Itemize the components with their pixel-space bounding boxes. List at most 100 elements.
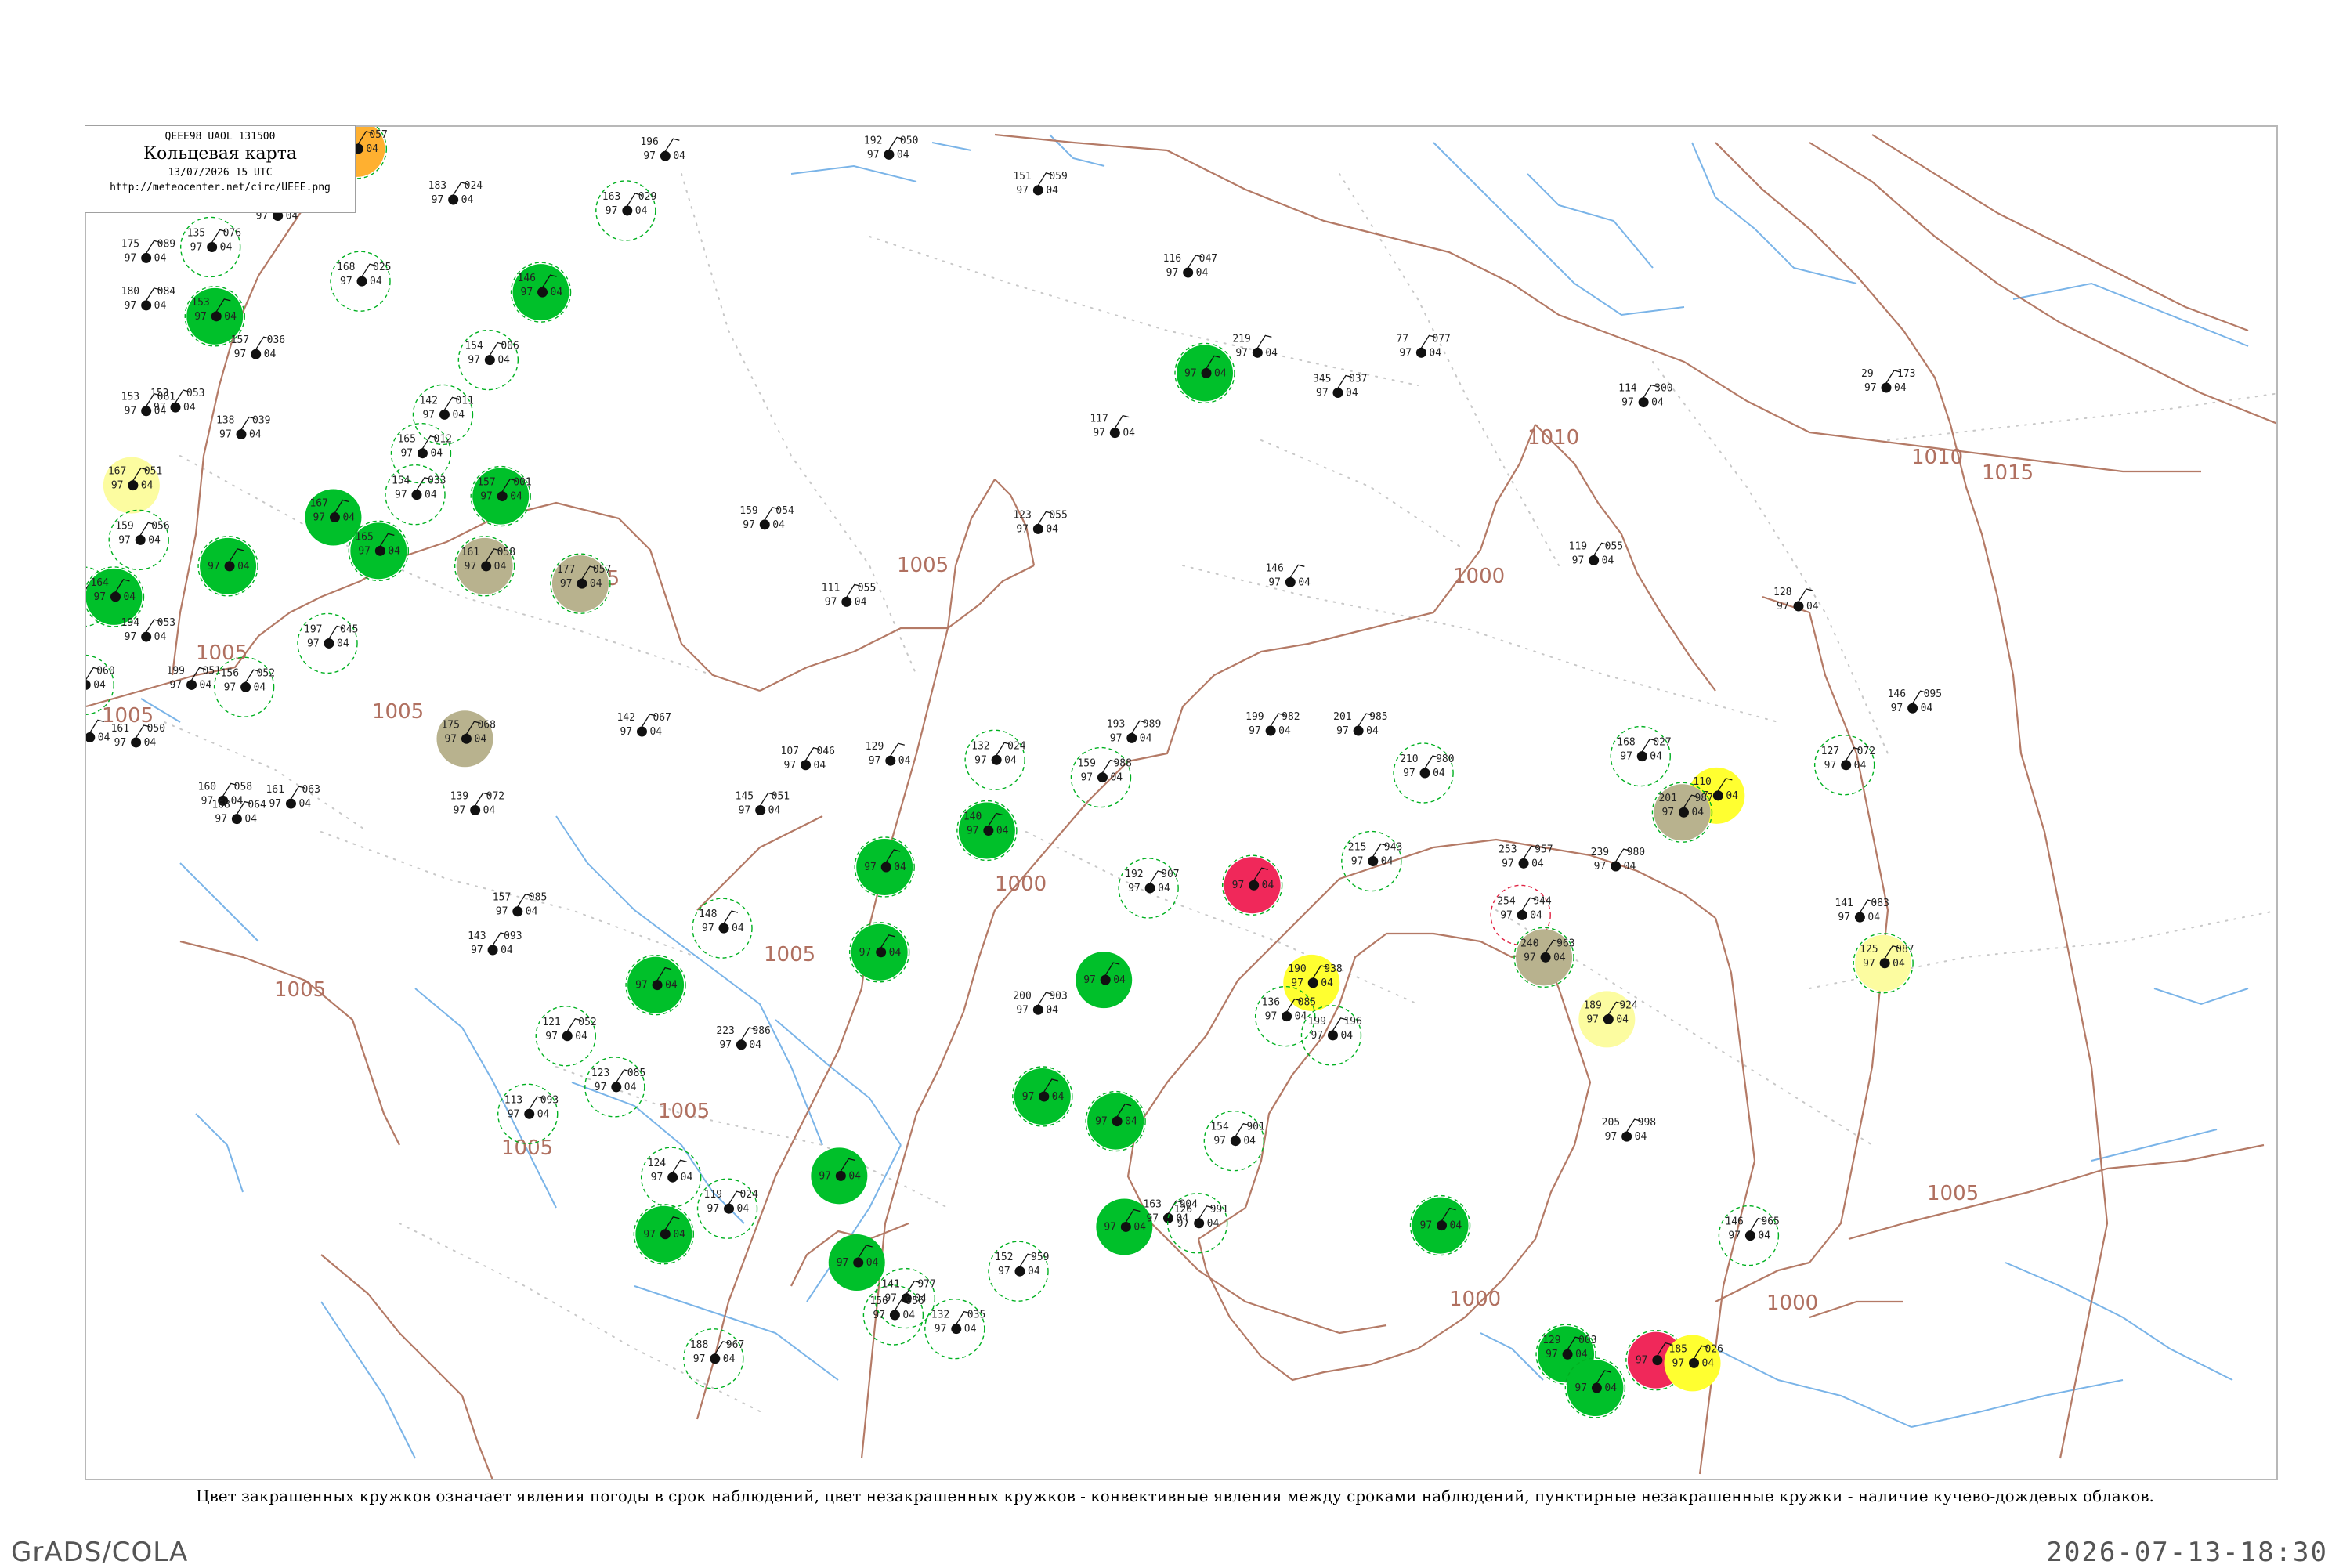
station-plot[interactable]: 97 04 116 047 [1163, 253, 1217, 279]
station-plot[interactable]: 97 04 188 967 [683, 1328, 744, 1389]
station-plot[interactable]: 97 04 239 980 [1591, 847, 1645, 873]
station-plot[interactable]: 97 04 168 027 [1610, 725, 1672, 787]
station-plot[interactable]: 97 04 [1085, 1090, 1146, 1152]
station-plot[interactable]: 97 04 128 [1773, 587, 1819, 612]
station-plot[interactable]: 97 04 199 051 [167, 665, 221, 691]
station-plot[interactable]: 97 04 146 095 [1888, 688, 1942, 714]
station-plot[interactable]: 97 04 143 093 [468, 930, 522, 956]
station-plot[interactable]: 97 04 199 196 [1300, 1005, 1362, 1066]
station-plot[interactable]: 97 04 [1174, 342, 1235, 404]
station-plot[interactable]: 97 04 140 [956, 800, 1018, 862]
station-plot[interactable]: 97 04 168 025 [330, 251, 391, 312]
station-plot[interactable]: 97 04 253 957 [1499, 844, 1553, 869]
station-plot[interactable]: 97 04 113 093 [497, 1083, 559, 1144]
station-plot[interactable]: 97 04 192 050 [864, 135, 918, 161]
station-plot[interactable]: 97 04 156 052 [213, 656, 275, 717]
station-plot[interactable]: 97 04 145 051 [736, 790, 790, 816]
station-plot[interactable]: 97 04 167 [305, 489, 362, 546]
station-plot[interactable]: 97 04 154 901 [1203, 1111, 1265, 1172]
map-url[interactable]: http://meteocenter.net/circ/UEEE.png [85, 182, 355, 193]
station-plot[interactable]: 97 04 126 991 [1166, 1193, 1228, 1254]
station-plot[interactable]: 97 04 132 024 [964, 729, 1026, 790]
station-plot[interactable]: 97 04 123 055 [1013, 509, 1067, 535]
weather-map[interactable]: 1005100510051005100510051005100510051000… [86, 127, 2278, 1480]
station-plot[interactable]: 97 04 119 055 [1569, 540, 1623, 566]
station-plot[interactable]: 97 04 [633, 1204, 695, 1265]
station-plot[interactable]: 97 04 177 057 [550, 553, 611, 614]
station-plot[interactable]: 97 04 159 988 [1070, 746, 1132, 808]
station-plot[interactable]: 97 04 77 077 [1396, 333, 1450, 359]
station-plot[interactable]: 97 04 142 067 [616, 712, 671, 738]
station-plot[interactable]: 97 04 345 037 [1313, 373, 1367, 399]
station-plot[interactable]: 97 04 [828, 1234, 885, 1292]
station-plot[interactable]: 97 04 [1564, 1357, 1626, 1418]
station-plot[interactable]: 97 04 127 072 [1813, 735, 1875, 796]
station-plot[interactable]: 97 04 152 959 [988, 1241, 1049, 1302]
station-plot[interactable]: 97 04 161 058 [454, 536, 515, 597]
station-plot[interactable]: 97 04 201 985 [1333, 711, 1387, 737]
station-plot[interactable]: 97 04 175 068 [436, 710, 496, 768]
station-plot[interactable]: 97 04 135 076 [179, 216, 241, 278]
station-plot[interactable]: 97 04 117 [1090, 414, 1135, 439]
station-plot[interactable]: 97 04 132 035 [924, 1298, 985, 1360]
station-plot[interactable]: 97 04 189 924 [1578, 991, 1638, 1048]
station-plot[interactable]: 97 04 121 052 [535, 1006, 597, 1067]
station-plot[interactable]: 97 04 146 [1265, 562, 1311, 588]
station-plot[interactable]: 97 04 175 089 [121, 238, 175, 264]
station-plot[interactable]: 97 04 138 039 [216, 415, 270, 441]
station-plot[interactable]: 97 04 154 006 [457, 329, 519, 391]
station-plot[interactable]: 97 04 139 072 [450, 790, 504, 816]
station-plot[interactable]: 97 04 219 [1232, 333, 1278, 359]
station-plot[interactable]: 97 04 [1076, 952, 1133, 1009]
station-plot[interactable]: 97 04 29 173 [1861, 368, 1915, 394]
station-plot[interactable]: 97 04 157 036 [231, 334, 285, 360]
station-plot[interactable]: 97 04 114 300 [1618, 383, 1672, 409]
station-plot[interactable]: 97 04 199 982 [1246, 711, 1300, 737]
station-plot[interactable]: 97 04 146 [510, 262, 572, 323]
station-plot[interactable]: 97 04 107 046 [781, 746, 835, 771]
station-plot[interactable]: 97 04 151 059 [1013, 171, 1067, 197]
station-plot[interactable]: 97 04 124 [640, 1147, 702, 1208]
station-plot[interactable]: 97 04 185 026 [1664, 1335, 1723, 1392]
station-plot[interactable]: 97 04 165 012 [390, 422, 452, 484]
station-plot[interactable]: 97 04 [1409, 1194, 1471, 1256]
station-plot[interactable]: 97 04 146 965 [1718, 1205, 1780, 1266]
station-plot[interactable]: 97 04 159 054 [739, 505, 794, 531]
station-plot[interactable]: 97 04 148 [692, 898, 753, 959]
station-plot[interactable]: 97 04 111 055 [822, 582, 876, 608]
station-plot[interactable]: 97 04 [1221, 854, 1283, 916]
station-plot[interactable]: 97 04 240 963 [1513, 927, 1575, 988]
station-plot[interactable]: 97 04 125 087 [1853, 933, 1914, 994]
station-plot[interactable]: 97 04 223 986 [716, 1025, 770, 1051]
station-plot[interactable]: 97 04 157 001 [470, 465, 532, 527]
station-plot[interactable]: 97 04 [1012, 1066, 1073, 1127]
station-plot[interactable]: 97 04 165 [348, 520, 410, 582]
station-plot[interactable]: 97 04 180 084 [121, 286, 176, 312]
station-plot[interactable]: 97 04 192 907 [1118, 858, 1180, 919]
station-plot[interactable]: 97 04 205 998 [1602, 1117, 1656, 1143]
station-plot[interactable]: 97 04 141 083 [1835, 898, 1889, 923]
station-plot[interactable]: 97 04 200 903 [1013, 990, 1067, 1016]
station-plot[interactable]: 97 04 210 980 [1393, 742, 1455, 804]
station-plot[interactable]: 97 04 129 [866, 741, 911, 767]
map-frame[interactable]: 1005100510051005100510051005100510051000… [85, 125, 2278, 1480]
station-plot[interactable]: 97 04 167 051 [103, 457, 162, 514]
station-plot[interactable]: 97 04 [848, 922, 910, 983]
station-plot[interactable]: 97 04 [197, 536, 258, 597]
station-plot[interactable]: 97 04 193 989 [1107, 718, 1161, 744]
station-plot[interactable]: 97 04 154 033 [385, 464, 446, 526]
station-plot[interactable]: 97 04 [625, 954, 686, 1016]
station-plot[interactable]: 97 04 161 063 [266, 784, 320, 810]
station-plot[interactable]: 97 04 159 056 [108, 509, 170, 571]
station-plot[interactable]: 97 04 [854, 836, 915, 898]
station-plot[interactable]: 97 04 201 987 [1651, 782, 1713, 843]
station-plot[interactable]: 97 04 194 053 [121, 617, 175, 643]
station-plot[interactable]: 97 04 [811, 1147, 868, 1205]
station-plot[interactable]: 97 04 123 085 [584, 1057, 645, 1118]
station-plot[interactable]: 97 04 157 085 [493, 892, 547, 918]
station-plot[interactable]: 97 04 163 029 [595, 180, 656, 241]
station-plot[interactable]: 97 04 196 [640, 136, 685, 162]
station-plot[interactable]: 97 04 197 045 [297, 612, 358, 674]
station-plot[interactable]: 97 04 119 024 [696, 1178, 759, 1239]
station-plot[interactable]: 97 04 183 024 [428, 180, 483, 206]
